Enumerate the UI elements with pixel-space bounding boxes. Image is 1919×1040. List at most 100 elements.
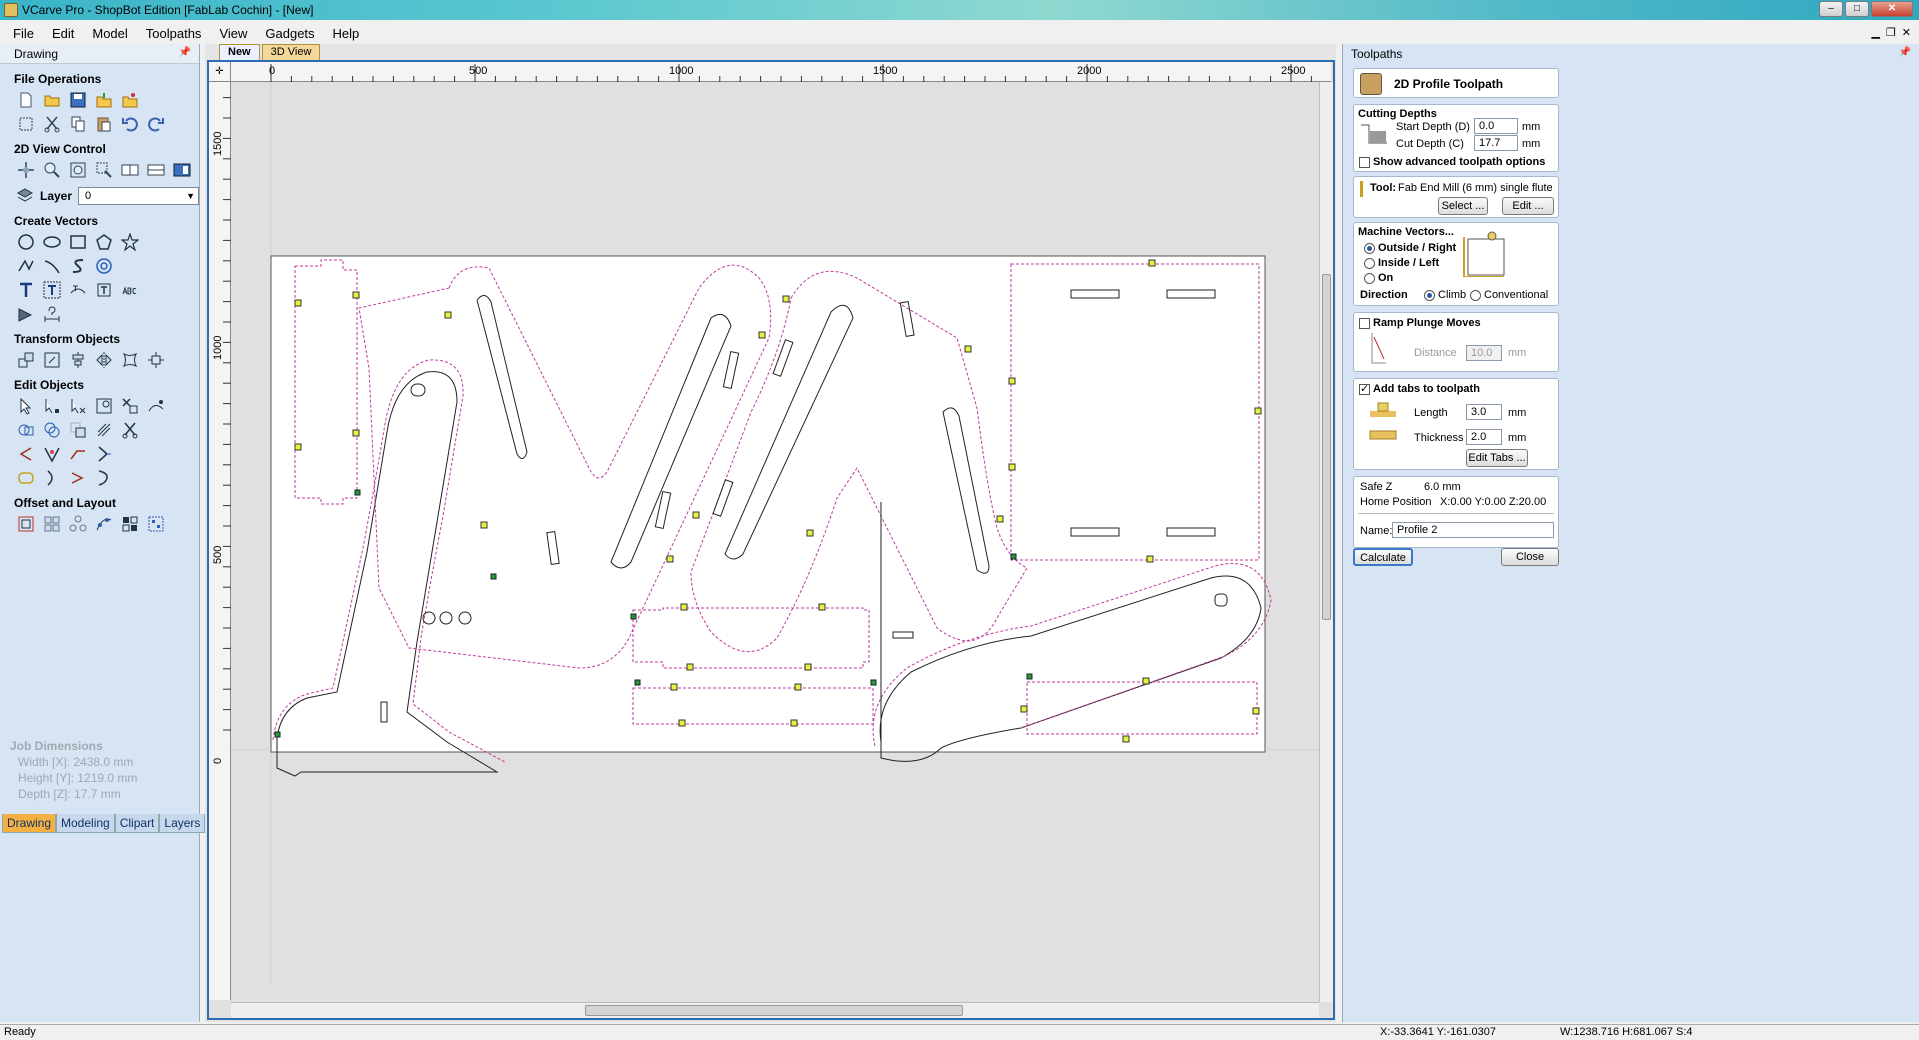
curve-tangent-icon[interactable] [94,468,114,488]
extend-arrow-icon[interactable] [68,468,88,488]
zoom-icon[interactable] [42,160,62,180]
tab-new[interactable]: New [219,44,260,60]
dimension-icon[interactable] [16,304,36,324]
fillet-icon[interactable] [94,420,114,440]
delete-duplicate-icon[interactable] [120,396,140,416]
advanced-options-checkbox[interactable] [1359,157,1370,168]
menu-view[interactable]: View [210,26,256,41]
new-file-icon[interactable] [16,90,36,110]
close-button[interactable]: Close [1501,548,1559,566]
climb-radio[interactable] [1424,290,1435,301]
zoom-selection-icon[interactable] [94,160,114,180]
draw-spiral-icon[interactable] [94,256,114,276]
canvas-2d-view[interactable]: ✛ 0 500 1000 1500 2000 2500 1500 1000 50… [207,60,1335,1020]
tab-thickness-input[interactable]: 2.0 [1466,429,1502,445]
array-copy-icon[interactable] [42,514,62,534]
auto-layout-text-icon[interactable] [94,280,114,300]
pin-icon[interactable]: 📌 [179,47,191,58]
outside-right-radio[interactable] [1364,243,1375,254]
paste-icon[interactable] [94,114,114,134]
nesting-icon[interactable] [120,514,140,534]
zoom-extents-icon[interactable] [68,160,88,180]
offset-icon[interactable] [16,514,36,534]
edit-tool-button[interactable]: Edit ... [1502,197,1554,215]
curve-fit-icon[interactable] [94,396,114,416]
select-icon[interactable] [16,396,36,416]
move-icon[interactable] [16,350,36,370]
ramp-distance-input[interactable]: 10.0 [1466,345,1502,361]
menu-help[interactable]: Help [324,26,369,41]
mdi-close-icon[interactable]: ✕ [1902,26,1911,39]
intersect-icon[interactable] [68,420,88,440]
node-edit-icon[interactable] [42,396,62,416]
vertical-scrollbar[interactable] [1319,82,1333,1002]
tab-layers[interactable]: Layers [159,814,206,833]
draw-arc-icon[interactable] [42,256,62,276]
cut-depth-input[interactable]: 17.7 [1474,135,1518,151]
tab-drawing[interactable]: Drawing [2,814,57,833]
distort-icon[interactable] [120,350,140,370]
redo-icon[interactable] [146,114,166,134]
copy-icon[interactable] [68,114,88,134]
menu-gadgets[interactable]: Gadgets [256,26,323,41]
text-box-icon[interactable] [42,280,62,300]
draw-ellipse-icon[interactable] [42,232,62,252]
ruler-origin-icon[interactable]: ✛ [209,62,231,82]
layer-dropdown[interactable]: 0 ▼ [78,187,199,205]
mdi-restore-icon[interactable]: ❐ [1886,26,1896,39]
group-icon[interactable] [16,468,36,488]
auto-nest-icon[interactable] [146,514,166,534]
save-file-icon[interactable] [68,90,88,110]
rotate-icon[interactable] [146,350,166,370]
minimize-button[interactable]: – [1819,1,1843,17]
set-size-icon[interactable] [42,350,62,370]
tab-clipart[interactable]: Clipart [114,814,160,833]
conventional-radio[interactable] [1470,290,1481,301]
interactive-trim-icon[interactable] [68,396,88,416]
tab-length-input[interactable]: 3.0 [1466,404,1502,420]
drawing-canvas[interactable] [231,82,1321,986]
menu-edit[interactable]: Edit [43,26,83,41]
on-radio[interactable] [1364,273,1375,284]
close-vector-icon[interactable] [42,444,62,464]
toggle-2d3d-icon[interactable] [172,160,192,180]
import-bitmap-icon[interactable] [120,90,140,110]
select-tool-button[interactable]: Select ... [1438,197,1488,215]
smooth-icon[interactable] [68,444,88,464]
draw-circle-icon[interactable] [16,232,36,252]
start-depth-input[interactable]: 0.0 [1474,118,1518,134]
tab-3d-view[interactable]: 3D View [261,44,321,60]
add-tabs-checkbox[interactable] [1359,382,1370,395]
import-vectors-icon[interactable] [94,90,114,110]
join-vectors-icon[interactable] [146,396,166,416]
subtract-icon[interactable] [42,420,62,440]
view-layout-icon[interactable] [120,160,140,180]
pin-icon[interactable]: 📌 [1899,47,1911,58]
copy-along-vector-icon[interactable] [94,514,114,534]
draw-polygon-icon[interactable] [94,232,114,252]
inside-left-radio[interactable] [1364,258,1375,269]
open-vector-icon[interactable] [16,444,36,464]
measure-icon[interactable] [42,304,62,324]
draw-curve-icon[interactable] [68,256,88,276]
menu-toolpaths[interactable]: Toolpaths [137,26,211,41]
vertical-scroll-thumb[interactable] [1322,274,1331,620]
toolpath-name-input[interactable]: Profile 2 [1392,522,1554,538]
undo-icon[interactable] [120,114,140,134]
calculate-button[interactable]: Calculate [1353,548,1413,566]
trim-icon[interactable] [42,468,62,488]
cut-icon[interactable] [42,114,62,134]
horizontal-scrollbar[interactable] [231,1002,1319,1018]
job-setup-icon[interactable] [16,114,36,134]
extend-icon[interactable] [94,444,114,464]
pan-icon[interactable] [16,160,36,180]
align-icon[interactable] [68,350,88,370]
tile-views-icon[interactable] [146,160,166,180]
menu-file[interactable]: File [4,26,43,41]
menu-model[interactable]: Model [83,26,136,41]
mirror-icon[interactable] [94,350,114,370]
open-file-icon[interactable] [42,90,62,110]
abc-text-icon[interactable] [120,280,140,300]
draw-text-icon[interactable] [16,280,36,300]
horizontal-scroll-thumb[interactable] [585,1005,963,1016]
